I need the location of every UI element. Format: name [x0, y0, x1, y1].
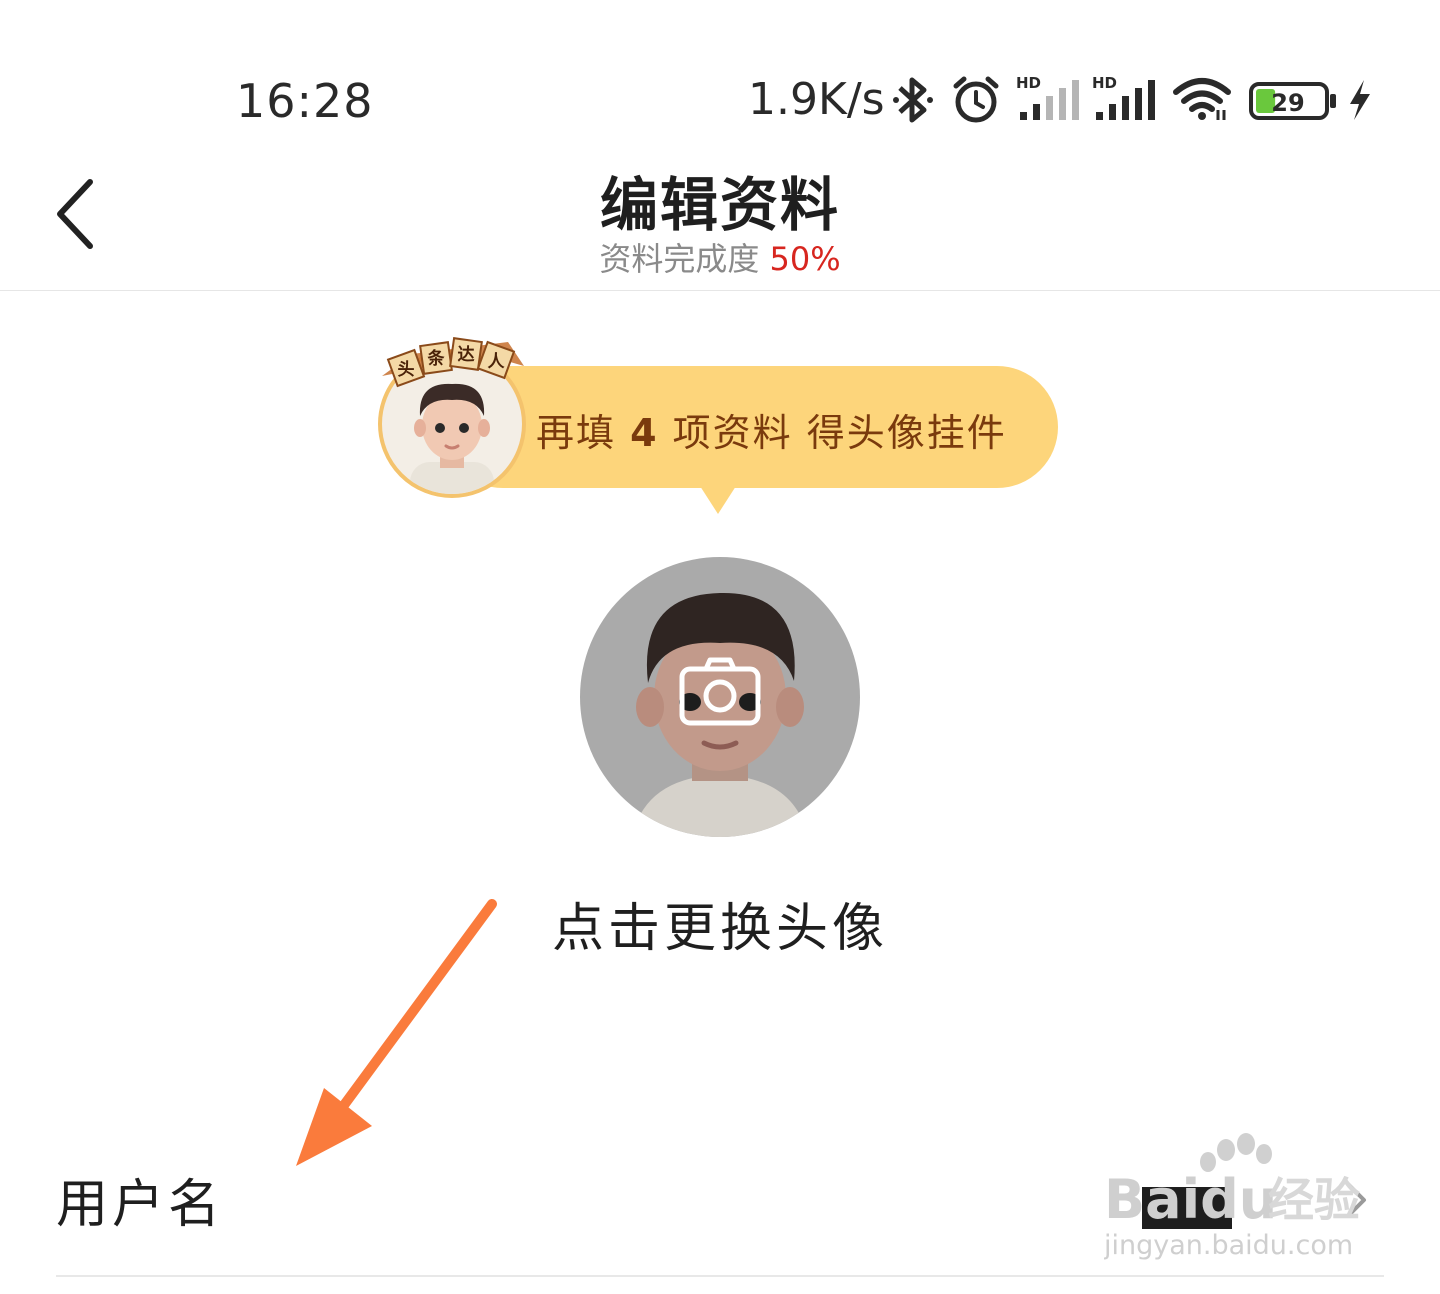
charging-icon	[1350, 80, 1370, 120]
badge-char: 头	[398, 360, 415, 380]
row-divider	[56, 1275, 1384, 1277]
signal-hd-icon: HD	[1016, 74, 1079, 120]
header-divider	[0, 290, 1440, 291]
promo-prefix: 再填	[536, 411, 631, 455]
completion-label: 资料完成度	[599, 240, 760, 278]
profile-completion: 资料完成度 50%	[0, 234, 1440, 280]
wifi-icon	[1173, 78, 1231, 120]
hd-label: HD	[1092, 74, 1117, 92]
annotation-arrow-icon	[296, 899, 497, 1166]
pendant-badge-icon: 头 条 达 人	[382, 337, 524, 388]
page-title: 编辑资料	[599, 171, 840, 239]
badge-char: 条	[427, 348, 446, 369]
hd-label: HD	[1016, 74, 1041, 92]
signal-hd-icon: HD	[1092, 74, 1155, 120]
promo-count: 4	[630, 411, 659, 455]
alarm-icon	[953, 76, 999, 123]
badge-char: 达	[458, 344, 475, 365]
change-avatar-label[interactable]: 点击更换头像	[0, 886, 1440, 961]
watermark-cn: 经验	[1268, 1173, 1360, 1227]
baidu-jingyan-watermark: Baidu 经验 jingyan.baidu.com	[1104, 1133, 1360, 1260]
battery-level: 29	[1271, 89, 1304, 117]
watermark-brand: Baidu	[1104, 1168, 1277, 1231]
paw-icon	[1200, 1133, 1272, 1172]
promo-text: 再填 4 项资料 得头像挂件	[536, 402, 1007, 457]
camera-icon[interactable]	[678, 655, 762, 729]
status-time: 16:28	[236, 74, 374, 128]
promo-suffix: 项资料 得头像挂件	[658, 411, 1007, 455]
network-speed: 1.9K/s	[748, 74, 885, 125]
promo-banner-tail	[700, 486, 736, 514]
completion-percent: 50%	[769, 240, 841, 278]
battery-icon: 29	[1249, 82, 1336, 120]
bluetooth-icon	[893, 77, 933, 123]
badge-char: 人	[488, 352, 506, 372]
username-label: 用户名	[56, 1175, 225, 1235]
watermark-url: jingyan.baidu.com	[1104, 1230, 1353, 1260]
